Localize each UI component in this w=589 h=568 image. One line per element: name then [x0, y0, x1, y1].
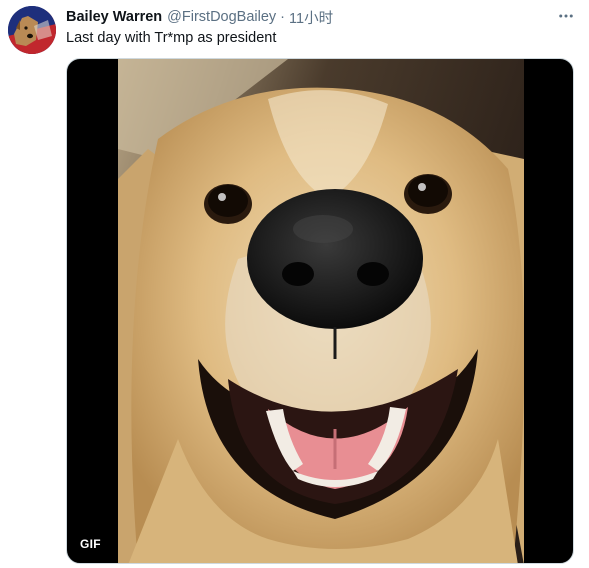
- dog-avatar-icon: [8, 6, 56, 54]
- gif-badge: GIF: [76, 535, 105, 553]
- tweet-media-gif[interactable]: GIF: [66, 58, 574, 564]
- tweet-timestamp[interactable]: 11小时: [289, 7, 333, 28]
- dog-gif-image: [118, 59, 524, 563]
- more-options-button[interactable]: [554, 6, 578, 26]
- more-horizontal-icon: [559, 14, 573, 18]
- author-display-name[interactable]: Bailey Warren: [66, 9, 162, 25]
- tweet-card[interactable]: Bailey Warren @FirstDogBailey · 11小时 Las…: [0, 0, 589, 568]
- tweet-header: Bailey Warren @FirstDogBailey · 11小时: [66, 7, 333, 27]
- author-handle[interactable]: @FirstDogBailey: [167, 9, 276, 25]
- tweet-text: Last day with Tr*mp as president: [66, 30, 277, 46]
- author-avatar[interactable]: [8, 6, 56, 54]
- separator-dot: ·: [280, 9, 286, 25]
